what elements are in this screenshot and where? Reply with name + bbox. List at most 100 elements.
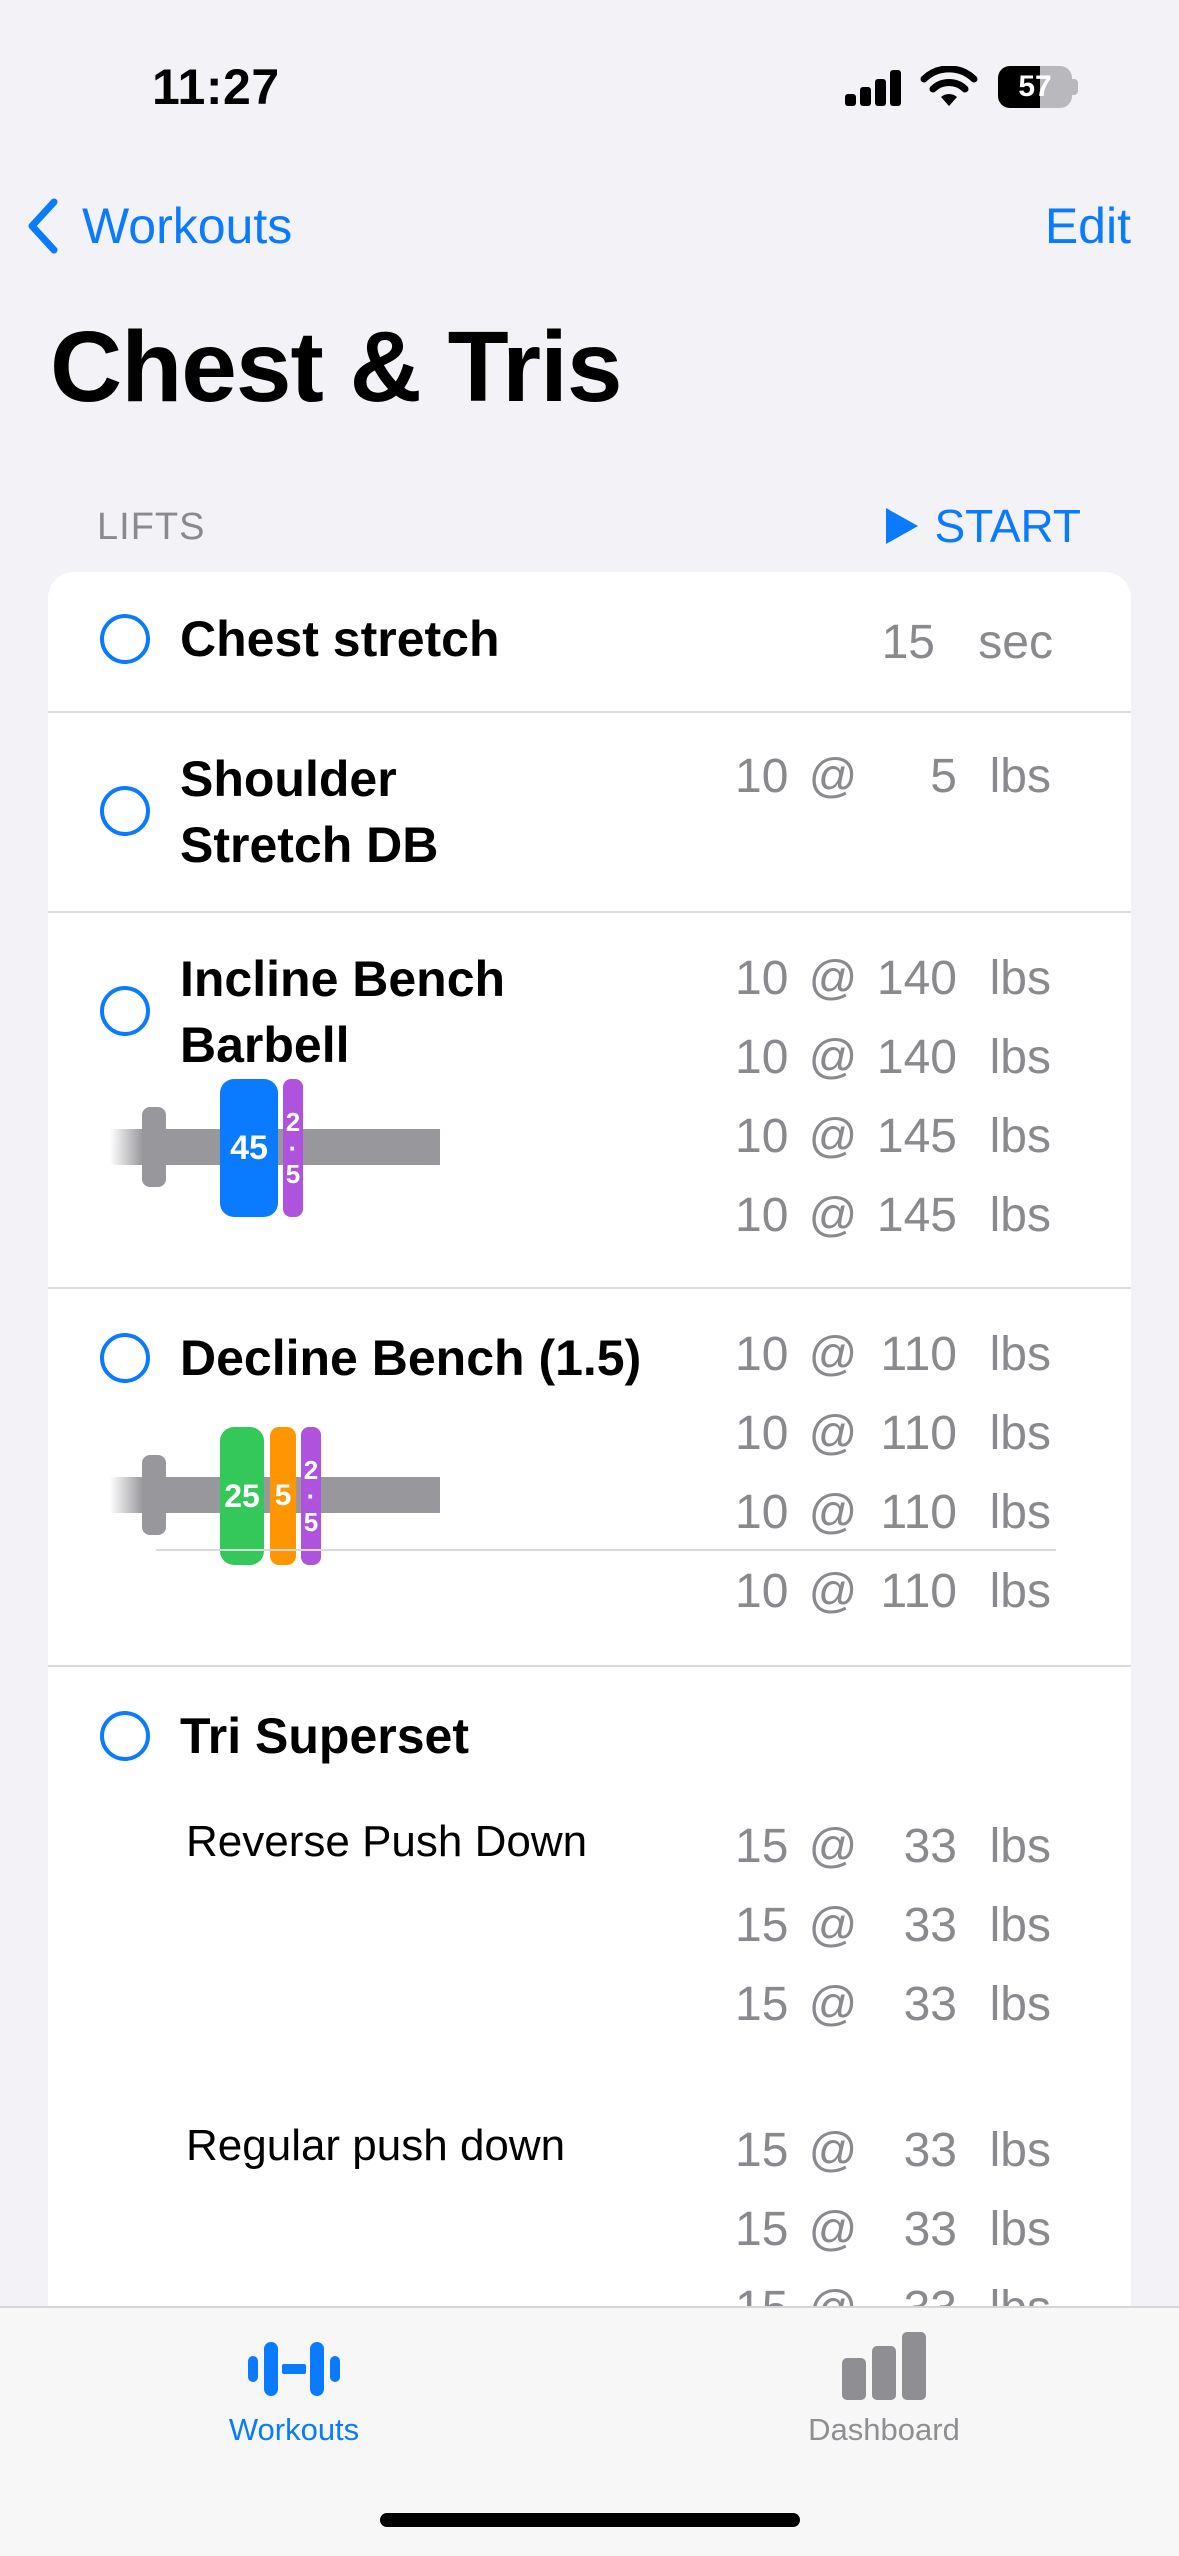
set-line: 10 @ 110 lbs (735, 1473, 1051, 1552)
set-weight: 33 (903, 1899, 957, 1952)
page-title: Chest & Tris (50, 311, 622, 423)
back-button[interactable]: Workouts (24, 196, 292, 256)
set-reps: 10 (735, 1565, 789, 1618)
barbell-plates-diagram: 45 2 · 5 (110, 1079, 460, 1229)
set-unit: lbs (989, 2124, 1051, 2177)
lifts-card: Chest stretch 15 sec Shoulder Stretch DB… (48, 572, 1131, 2472)
set-reps: 15 (735, 1978, 789, 2031)
screen: 11:27 57 Workouts Edit Chest & Tris LIFT… (0, 0, 1179, 2556)
set-unit: lbs (989, 1978, 1051, 2031)
set-unit: lbs (989, 1328, 1051, 1381)
lift-name-line: Incline Bench (180, 951, 506, 1007)
back-label: Workouts (82, 198, 293, 254)
set-unit: lbs (989, 952, 1051, 1005)
set-at: @ (808, 952, 858, 1005)
set-line: 10 @ 145 lbs (735, 1176, 1051, 1255)
set-weight: 110 (880, 1407, 957, 1460)
set-weight: 33 (903, 2124, 957, 2177)
set-weight: 110 (880, 1486, 957, 1539)
set-weight: 110 (880, 1328, 957, 1381)
set-reps: 15 (735, 2124, 789, 2177)
superset-divider (156, 1549, 1056, 1551)
set-reps: 10 (735, 952, 789, 1005)
lift-row-incline-bench[interactable]: Incline Bench Barbell 45 2 · 5 10 @ 140 lb… (48, 913, 1131, 1287)
battery-icon: 57 (998, 66, 1078, 108)
set-at: @ (808, 1328, 858, 1381)
lift-name: Decline Bench (1.5) (180, 1330, 642, 1386)
plate-2-5: 2 · 5 (283, 1079, 303, 1217)
wifi-icon (920, 66, 978, 106)
plate-2-5: 2 · 5 (301, 1427, 321, 1565)
set-line: 10 @ 110 lbs (735, 1552, 1051, 1631)
set-weight: 145 (876, 1189, 957, 1242)
bar-chart-icon (842, 2332, 926, 2400)
set-reps: 10 (735, 1486, 789, 1539)
set-list: 10 @ 140 lbs 10 @ 140 lbs 10 @ 145 lbs 1… (735, 939, 1051, 1255)
set-reps: 10 (735, 1328, 789, 1381)
start-label: START (934, 500, 1081, 552)
set-reps: 10 (735, 1407, 789, 1460)
lift-checkbox[interactable] (100, 1333, 150, 1383)
chevron-left-icon (28, 198, 58, 254)
set-weight: 33 (903, 1978, 957, 2031)
superset-exercise-name: Reverse Push Down (186, 1817, 588, 1866)
set-reps: 10 (735, 1110, 789, 1163)
set-at: @ (808, 750, 858, 803)
set-line: 15 @ 33 lbs (735, 1886, 1051, 1965)
play-icon (886, 508, 919, 544)
set-unit: lbs (989, 1565, 1051, 1618)
set-at: @ (808, 1820, 858, 1873)
set-line: 15 @ 33 lbs (735, 2111, 1051, 2190)
set-unit: lbs (989, 1031, 1051, 1084)
section-label: LIFTS (97, 506, 206, 548)
set-at: @ (808, 2203, 858, 2256)
home-indicator (380, 2513, 800, 2527)
set-unit: lbs (989, 1110, 1051, 1163)
lift-name-line: Barbell (180, 1017, 350, 1073)
set-at: @ (808, 1110, 858, 1163)
lift-duration: 15 sec (865, 610, 1053, 676)
set-unit: lbs (989, 1899, 1051, 1952)
set-line: 10 @ 140 lbs (735, 939, 1051, 1018)
set-line: 10 @ 145 lbs (735, 1097, 1051, 1176)
set-weight: 5 (930, 750, 957, 803)
set-unit: lbs (989, 750, 1051, 803)
set-at: @ (808, 1899, 858, 1952)
set-list: 10 @ 5 lbs (735, 737, 1051, 816)
plate-25: 25 (220, 1427, 264, 1565)
lift-checkbox[interactable] (100, 986, 150, 1036)
set-weight: 145 (876, 1110, 957, 1163)
lift-row-chest-stretch[interactable]: Chest stretch 15 sec (48, 572, 1131, 712)
set-at: @ (808, 1486, 858, 1539)
duration-unit: sec (978, 616, 1053, 669)
set-unit: lbs (989, 2203, 1051, 2256)
lift-name: Incline Bench Barbell (180, 946, 505, 1078)
set-unit: lbs (989, 1407, 1051, 1460)
set-at: @ (808, 1189, 858, 1242)
barbell-collar (142, 1455, 166, 1535)
lift-checkbox[interactable] (100, 786, 150, 836)
set-at: @ (808, 1407, 858, 1460)
cellular-signal-icon (845, 70, 901, 106)
lift-name: Chest stretch (180, 611, 500, 667)
plate-45: 45 (220, 1079, 278, 1217)
set-unit: lbs (989, 1189, 1051, 1242)
set-unit: lbs (989, 1820, 1051, 1873)
tab-dashboard[interactable]: Dashboard (734, 2332, 1034, 2448)
tab-label: Workouts (228, 2412, 360, 2447)
set-weight: 33 (903, 2203, 957, 2256)
lift-name-line: Shoulder (180, 751, 397, 807)
set-weight: 33 (903, 1820, 957, 1873)
lift-row-decline-bench[interactable]: Decline Bench (1.5) 25 5 2 · 5 10 @ 110 lb… (48, 1289, 1131, 1663)
lift-checkbox[interactable] (100, 614, 150, 664)
tab-workouts[interactable]: Workouts (144, 2338, 444, 2448)
superset-exercise-name: Regular push down (186, 2121, 566, 2170)
set-weight: 110 (880, 1565, 957, 1618)
set-weight: 140 (876, 1031, 957, 1084)
lift-row-shoulder-stretch[interactable]: Shoulder Stretch DB 10 @ 5 lbs (48, 713, 1131, 911)
lift-checkbox[interactable] (100, 1711, 150, 1761)
start-button[interactable]: START (884, 498, 1081, 554)
set-at: @ (808, 1031, 858, 1084)
edit-button[interactable]: Edit (1045, 196, 1131, 256)
lift-name: Shoulder Stretch DB (180, 746, 438, 878)
